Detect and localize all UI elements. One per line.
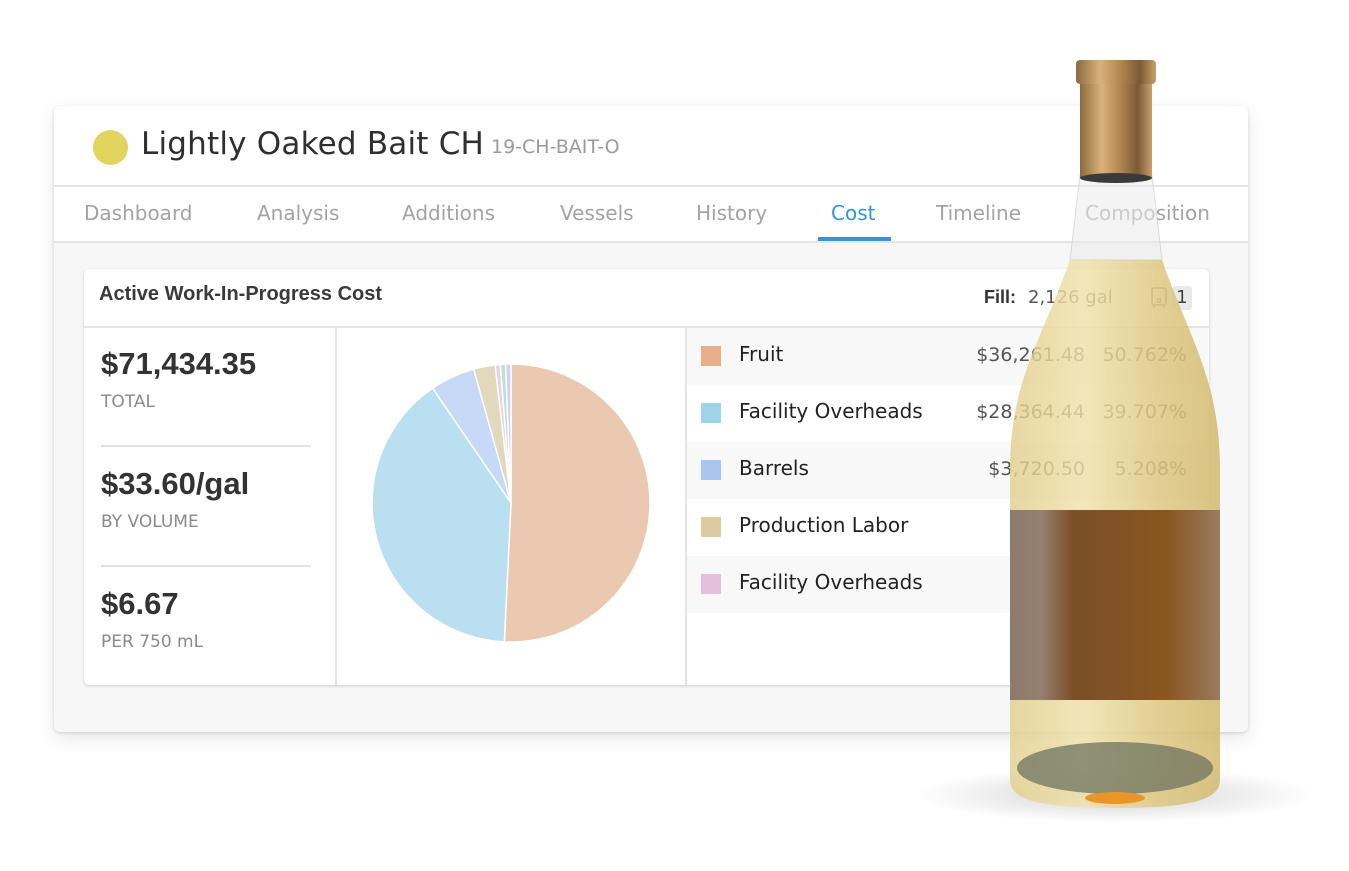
divider <box>101 445 311 447</box>
active-tab-indicator <box>818 237 891 241</box>
divider <box>101 565 311 567</box>
wip-cost-card: Active Work-In-Progress Cost Fill: 2,126… <box>84 269 1209 685</box>
legend-amount: $3,720.50 <box>988 458 1085 480</box>
legend-row[interactable]: Barrels $3,720.50 5.208% <box>687 442 1209 499</box>
stat-value: $6.67 <box>101 586 179 621</box>
card-title: Active Work-In-Progress Cost <box>99 283 383 305</box>
cost-pie-chart <box>371 363 651 643</box>
card-header: Active Work-In-Progress Cost Fill: 2,126… <box>84 269 1209 328</box>
legend-row[interactable]: Production Labor $1 <box>687 499 1209 556</box>
page-title: Lightly Oaked Bait CH <box>141 126 485 162</box>
pie-chart-area <box>337 328 687 685</box>
stat-value: $71,434.35 <box>101 346 257 381</box>
cost-stats: $71,434.35 TOTAL $33.60/gal BY VOLUME $6… <box>84 328 337 685</box>
tab-vessels[interactable]: Vessels <box>560 201 634 225</box>
legend-amount: $ <box>1072 572 1085 594</box>
pie-slice-fruit[interactable] <box>503 363 651 643</box>
legend-amount: $1 <box>1060 515 1085 537</box>
legend-swatch <box>701 574 721 594</box>
legend-row[interactable]: Facility Overheads $ <box>687 556 1209 613</box>
stat-value: $33.60/gal <box>101 466 250 501</box>
legend-name: Barrels <box>739 456 809 480</box>
legend-name: Facility Overheads <box>739 399 923 423</box>
stat-label: TOTAL <box>101 392 155 412</box>
legend-name: Production Labor <box>739 513 909 537</box>
legend-name: Fruit <box>739 342 784 366</box>
page-header: Lightly Oaked Bait CH 19-CH-BAIT-O <box>54 106 1248 187</box>
stat-per-bottle: $6.67 PER 750 mL <box>101 586 311 652</box>
stat-total: $71,434.35 TOTAL <box>101 346 311 412</box>
vessel-count-badge[interactable]: 1 <box>1172 286 1192 310</box>
legend-swatch <box>701 460 721 480</box>
status-indicator <box>93 130 128 165</box>
legend-row[interactable]: Fruit $36,261.48 50.762% <box>687 328 1209 385</box>
legend-row[interactable]: Facility Overheads $28,364.44 39.707% <box>687 385 1209 442</box>
app-window: Lightly Oaked Bait CH 19-CH-BAIT-O Dashb… <box>54 106 1248 732</box>
tab-bar: Dashboard Analysis Additions Vessels His… <box>54 187 1248 243</box>
tab-analysis[interactable]: Analysis <box>257 201 339 225</box>
legend-name: Facility Overheads <box>739 570 923 594</box>
lot-code: 19-CH-BAIT-O <box>491 136 620 158</box>
legend-percent: 50.762% <box>1102 344 1187 366</box>
tab-dashboard[interactable]: Dashboard <box>84 201 193 225</box>
legend-percent: 39.707% <box>1102 401 1187 423</box>
legend-amount: $36,261.48 <box>976 344 1085 366</box>
legend-amount: $28,364.44 <box>976 401 1085 423</box>
tab-timeline[interactable]: Timeline <box>936 201 1021 225</box>
tab-cost[interactable]: Cost <box>831 201 875 225</box>
fill-label: Fill: <box>984 287 1016 307</box>
tab-additions[interactable]: Additions <box>402 201 495 225</box>
cost-legend: Fruit $36,261.48 50.762% Facility Overhe… <box>687 328 1209 685</box>
legend-percent: 5.208% <box>1114 458 1187 480</box>
legend-swatch <box>701 346 721 366</box>
tab-composition[interactable]: Composition <box>1085 201 1210 225</box>
barrel-icon <box>1151 287 1167 308</box>
stat-label: BY VOLUME <box>101 512 199 532</box>
fill-value: 2,126 gal <box>1028 287 1113 308</box>
legend-swatch <box>701 403 721 423</box>
legend-swatch <box>701 517 721 537</box>
stat-label: PER 750 mL <box>101 632 204 652</box>
stat-by-volume: $33.60/gal BY VOLUME <box>101 466 311 532</box>
tab-history[interactable]: History <box>696 201 767 225</box>
